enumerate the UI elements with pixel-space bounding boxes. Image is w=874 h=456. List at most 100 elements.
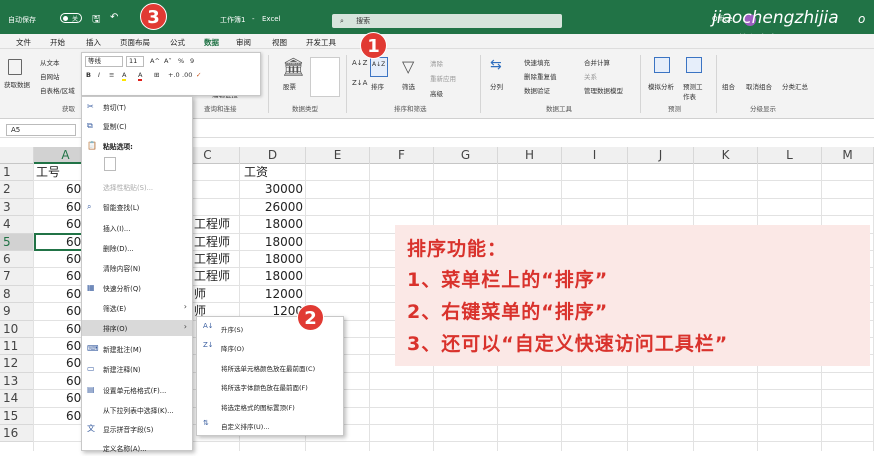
flash-fill-button[interactable]: 快速填充 (524, 57, 550, 67)
row-header-15[interactable]: 15 (0, 407, 34, 425)
paste-option-icon[interactable] (104, 157, 116, 171)
font-name-box[interactable]: 等线 (85, 56, 123, 67)
row-header-9[interactable]: 9 (0, 303, 34, 321)
row-header-10[interactable]: 10 (0, 320, 34, 338)
column-header-g[interactable]: G (434, 147, 498, 164)
row-header-8[interactable]: 8 (0, 285, 34, 304)
row-header-13[interactable]: 13 (0, 372, 34, 391)
split-button[interactable]: 分列 (490, 81, 503, 91)
row-header-16[interactable]: 16 (0, 425, 34, 443)
clear-button[interactable]: 清除 (430, 58, 443, 68)
menu-item-cut[interactable]: ✂ 剪切(T) (82, 99, 192, 115)
column-header-d[interactable]: D (240, 147, 306, 164)
column-header-k[interactable]: K (694, 147, 758, 164)
tab-page-layout[interactable]: 页面布局 (120, 37, 150, 48)
row-header-11[interactable]: 11 (0, 338, 34, 356)
format-painter-button[interactable]: ✓ (196, 71, 201, 79)
row-header-14[interactable]: 14 (0, 390, 34, 408)
row-header-7[interactable]: 7 (0, 268, 34, 286)
submenu-item-icon-top[interactable]: 将选定格式的图标置顶(F) (197, 397, 343, 415)
menu-item-sort[interactable]: 排序(O) › (82, 320, 192, 336)
row-header-1[interactable]: 1 (0, 164, 34, 182)
filter-button[interactable]: 筛选 (402, 81, 415, 91)
tab-developer[interactable]: 开发工具 (306, 37, 336, 48)
remove-duplicates-button[interactable]: 删除重复值 (524, 71, 557, 81)
decrease-decimal-button[interactable]: .00 (182, 71, 192, 79)
menu-item-clear-contents[interactable]: 清除内容(N) (82, 260, 192, 276)
submenu-item-cell-color-top[interactable]: 将所选单元格颜色放在最前面(C) (197, 358, 343, 376)
row-header-4[interactable]: 4 (0, 216, 34, 234)
ungroup-button[interactable]: 取消组合 (746, 81, 772, 91)
menu-item-delete[interactable]: 删除(D)... (82, 240, 192, 256)
row-header-2[interactable]: 2 (0, 181, 34, 199)
relations-button[interactable]: 关系 (584, 71, 597, 81)
reapply-button[interactable]: 重新应用 (430, 73, 456, 83)
submenu-item-sort-descending[interactable]: Z↓ 降序(O) (197, 338, 343, 356)
menu-item-new-comment[interactable]: ⌨ 新建批注(M) (82, 341, 192, 357)
column-header-i[interactable]: I (562, 147, 628, 164)
menu-item-quick-analysis[interactable]: ▦ 快速分析(Q) (82, 280, 192, 296)
advanced-button[interactable]: 高级 (430, 88, 443, 98)
name-box[interactable]: A5 (6, 124, 76, 136)
sort-desc-icon[interactable]: Z↓A (352, 79, 367, 87)
row-header-12[interactable]: 12 (0, 355, 34, 373)
submenu-item-font-color-top[interactable]: 将所选字体颜色放在最前面(F) (197, 377, 343, 395)
autosave-toggle[interactable] (60, 13, 82, 23)
percent-button[interactable]: % (178, 57, 184, 65)
tab-file[interactable]: 文件 (16, 37, 31, 48)
menu-item-phonetic[interactable]: 文显示拼音字段(S) (82, 421, 192, 437)
from-web-button[interactable]: 自网站 (40, 71, 60, 81)
comma-button[interactable]: 9 (190, 57, 194, 65)
select-all-corner[interactable] (0, 147, 34, 164)
menu-item-pick-from-list[interactable]: 从下拉列表中选择(K)... (82, 402, 192, 418)
group-button[interactable]: 组合 (722, 81, 735, 91)
from-text-button[interactable]: 从文本 (40, 57, 60, 67)
column-header-j[interactable]: J (628, 147, 694, 164)
whatif-button[interactable]: 模拟分析 (648, 81, 674, 91)
tab-formulas[interactable]: 公式 (170, 37, 185, 48)
row-header-6[interactable]: 6 (0, 251, 34, 269)
menu-item-smart-lookup[interactable]: ⌕ 智能查找(L) (82, 199, 192, 215)
menu-item-copy[interactable]: ⧉ 复制(C) (82, 118, 192, 134)
menu-item-format-cells[interactable]: ▤ 设置单元格格式(F)... (82, 382, 192, 398)
column-header-h[interactable]: H (498, 147, 562, 164)
shrink-font-button[interactable]: A˅ (164, 57, 172, 65)
tab-home[interactable]: 开始 (50, 37, 65, 48)
consolidate-button[interactable]: 合并计算 (584, 57, 610, 67)
from-table-button[interactable]: 自表格/区域 (40, 85, 75, 95)
manage-data-model-button[interactable]: 管理数据模型 (584, 85, 623, 95)
font-size-box[interactable]: 11 (126, 56, 144, 67)
font-color-button[interactable]: A (138, 71, 143, 81)
tab-view[interactable]: 视图 (272, 37, 287, 48)
data-types-gallery[interactable] (310, 57, 340, 97)
bold-button[interactable]: B (86, 71, 91, 79)
get-data-button[interactable]: 获取数据 (4, 79, 30, 89)
data-validation-button[interactable]: 数据验证 (524, 85, 550, 95)
column-header-f[interactable]: F (370, 147, 434, 164)
menu-item-paste-special[interactable]: 选择性粘贴(S)... (82, 179, 192, 195)
align-button[interactable]: ≡ (109, 71, 114, 79)
fill-color-button[interactable]: A (122, 71, 127, 81)
menu-item-define-name[interactable]: 定义名称(A)... (82, 440, 192, 456)
submenu-item-custom-sort[interactable]: ⇅ 自定义排序(U)... (197, 416, 343, 434)
tab-review[interactable]: 审阅 (236, 37, 251, 48)
column-header-m[interactable]: M (822, 147, 874, 164)
column-header-l[interactable]: L (758, 147, 822, 164)
search-box[interactable]: ⌕ 搜索 (332, 14, 562, 28)
sort-button[interactable]: 排序 (371, 81, 384, 91)
undo-icon[interactable]: ↶ (110, 12, 118, 23)
column-header-e[interactable]: E (306, 147, 370, 164)
menu-item-filter[interactable]: 筛选(E) › (82, 300, 192, 316)
subtotal-button[interactable]: 分类汇总 (782, 81, 808, 91)
row-header-5[interactable]: 5 (0, 233, 34, 251)
borders-button[interactable]: ⊞ (154, 71, 159, 79)
save-icon[interactable]: 🖫 (92, 12, 101, 29)
sort-asc-icon[interactable]: A↓Z (352, 59, 367, 67)
tab-data[interactable]: 数据 (204, 37, 219, 48)
italic-button[interactable]: I (98, 71, 100, 79)
row-header-3[interactable]: 3 (0, 198, 34, 217)
menu-item-insert[interactable]: 插入(I)... (82, 220, 192, 236)
tab-insert[interactable]: 插入 (86, 37, 101, 48)
forecast-sheet-button[interactable]: 预测工作表 (683, 81, 707, 101)
menu-item-new-note[interactable]: ▭ 新建注释(N) (82, 361, 192, 377)
